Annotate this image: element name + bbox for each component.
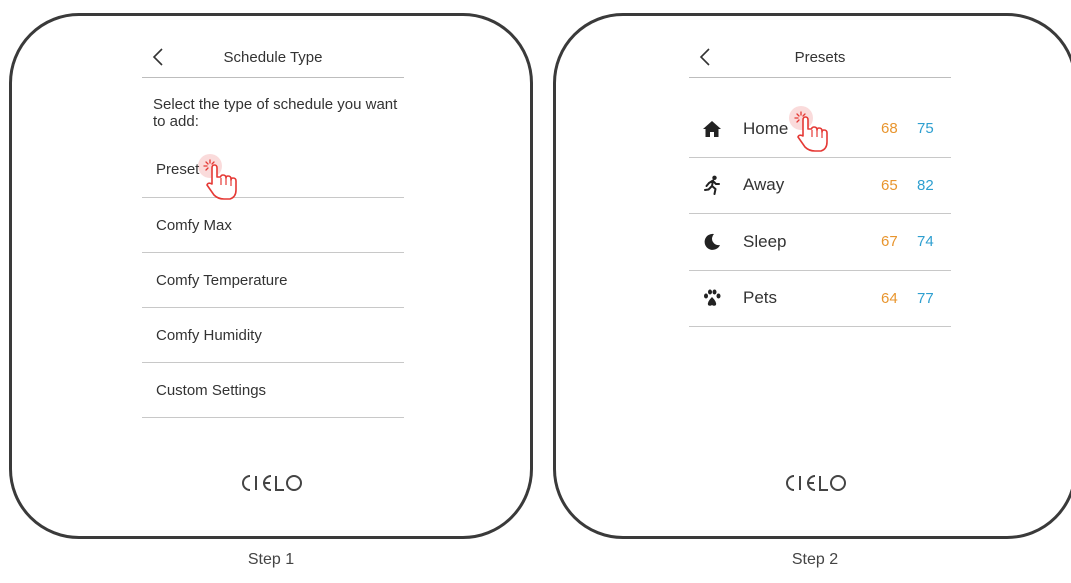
option-label: Comfy Temperature	[156, 271, 288, 289]
preset-name: Sleep	[743, 231, 787, 251]
schedule-type-list: Preset Comfy Max Comfy Temperature Comfy…	[142, 141, 404, 418]
option-label: Comfy Humidity	[156, 326, 262, 344]
preset-name: Away	[743, 175, 785, 195]
preset-high-temp: 82	[917, 176, 934, 194]
preset-high-temp: 75	[917, 120, 934, 138]
device-frame-step-1: Schedule Type Select the type of schedul…	[9, 13, 533, 539]
schedule-type-prompt: Select the type of schedule you want to …	[153, 96, 398, 130]
option-label: Comfy Max	[156, 216, 232, 234]
preset-low-temp: 65	[881, 176, 898, 194]
preset-sleep[interactable]: Sleep 67 74	[689, 214, 951, 271]
step-2-caption: Step 2	[791, 551, 839, 568]
preset-high-temp: 74	[917, 233, 934, 251]
preset-low-temp: 64	[881, 289, 898, 307]
home-icon	[701, 118, 723, 140]
option-comfy-max[interactable]: Comfy Max	[142, 198, 404, 253]
preset-name: Home	[743, 118, 789, 138]
preset-high-temp: 77	[917, 289, 934, 307]
paw-icon	[701, 287, 723, 309]
screen-title: Schedule Type	[223, 49, 323, 66]
preset-home[interactable]: Home 68 75	[689, 101, 951, 158]
option-label: Custom Settings	[156, 381, 267, 399]
cielo-logo	[12, 473, 530, 498]
preset-away[interactable]: Away 65 82	[689, 158, 951, 214]
cielo-logo-mark	[242, 475, 302, 491]
option-comfy-temperature[interactable]: Comfy Temperature	[142, 253, 404, 308]
screen-title: Presets	[794, 49, 846, 66]
option-comfy-humidity[interactable]: Comfy Humidity	[142, 308, 404, 363]
device-frame-step-2: Presets Home 68 75 Away 65 82 Sleep 67 7…	[553, 13, 1071, 539]
cielo-logo	[556, 473, 1071, 498]
running-person-icon	[701, 174, 723, 196]
screen-header: Presets	[689, 44, 951, 78]
option-label: Preset	[156, 160, 200, 178]
step-1-caption: Step 1	[247, 551, 295, 568]
option-custom-settings[interactable]: Custom Settings	[142, 363, 404, 418]
option-preset[interactable]: Preset	[142, 141, 404, 198]
preset-low-temp: 68	[881, 120, 898, 138]
cielo-logo-mark	[786, 475, 846, 491]
preset-name: Pets	[743, 288, 778, 308]
preset-low-temp: 67	[881, 233, 898, 251]
moon-icon	[701, 231, 723, 253]
screen-header: Schedule Type	[142, 44, 404, 78]
preset-list: Home 68 75 Away 65 82 Sleep 67 74 Pets 6…	[689, 101, 951, 327]
preset-pets[interactable]: Pets 64 77	[689, 271, 951, 327]
